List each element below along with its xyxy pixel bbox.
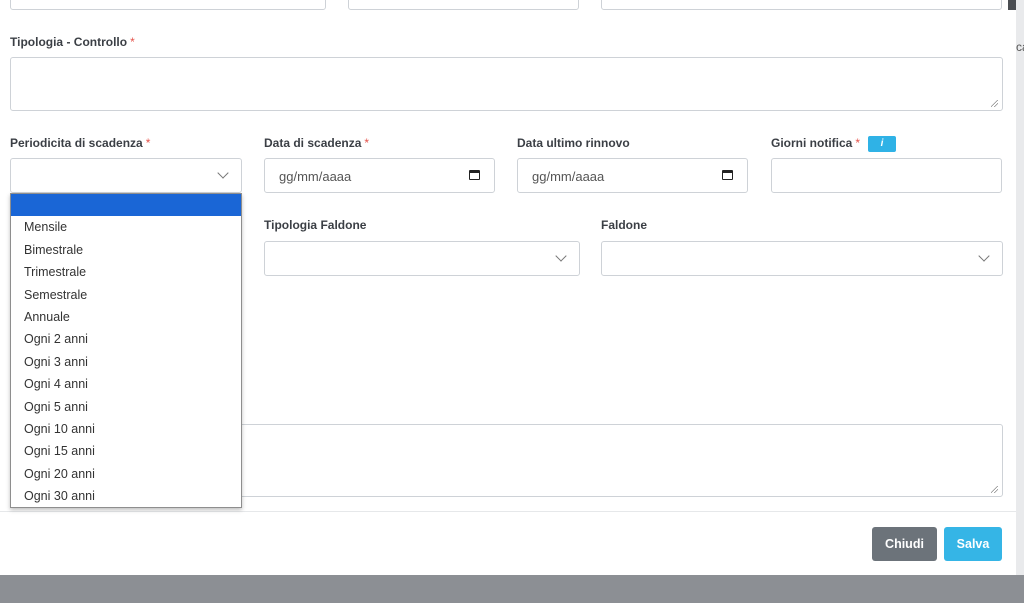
required-mark: *: [145, 136, 151, 150]
dropdown-option[interactable]: Ogni 10 anni: [11, 418, 241, 440]
date-placeholder: gg/mm/aaaa: [532, 169, 605, 184]
dropdown-option[interactable]: Ogni 3 anni: [11, 351, 241, 373]
chevron-down-icon: [217, 167, 229, 179]
info-icon[interactable]: i: [868, 136, 897, 152]
required-mark: *: [364, 136, 370, 150]
chevron-down-icon: [555, 250, 567, 262]
resize-handle-icon[interactable]: [991, 100, 998, 107]
dropdown-option[interactable]: Annuale: [11, 306, 241, 328]
dropdown-option[interactable]: Bimestrale: [11, 239, 241, 261]
salva-button[interactable]: Salva: [944, 527, 1002, 561]
dropdown-option[interactable]: Ogni 30 anni: [11, 485, 241, 507]
tipologia-controllo-label: Tipologia - Controllo *: [10, 35, 135, 49]
modal-dialog: Tipologia - Controllo * Periodicita di sc…: [0, 0, 1016, 575]
top-field-2[interactable]: [348, 0, 579, 10]
data-ultimo-rinnovo-label: Data ultimo rinnovo: [517, 136, 630, 150]
tipologia-faldone-select[interactable]: [264, 241, 580, 276]
backdrop-text: ca: [1016, 40, 1024, 54]
scrollbar-thumb[interactable]: [1008, 0, 1016, 10]
dropdown-option[interactable]: Semestrale: [11, 284, 241, 306]
dropdown-option[interactable]: [11, 194, 241, 217]
footer-divider: [0, 511, 1016, 512]
resize-handle-icon[interactable]: [991, 486, 998, 493]
dropdown-option[interactable]: Trimestrale: [11, 261, 241, 283]
data-scadenza-label: Data di scadenza *: [264, 136, 370, 150]
giorni-notifica-label: Giorni notifica * i: [771, 136, 897, 152]
dropdown-option[interactable]: Ogni 5 anni: [11, 396, 241, 418]
data-ultimo-rinnovo-input[interactable]: gg/mm/aaaa: [517, 158, 748, 193]
chiudi-button[interactable]: Chiudi: [872, 527, 937, 561]
giorni-notifica-input[interactable]: [771, 158, 1002, 193]
date-placeholder: gg/mm/aaaa: [279, 169, 352, 184]
top-field-1[interactable]: [10, 0, 326, 10]
calendar-icon[interactable]: [469, 170, 480, 180]
dropdown-option[interactable]: Ogni 20 anni: [11, 463, 241, 485]
tipologia-faldone-label: Tipologia Faldone: [264, 218, 367, 232]
dropdown-option[interactable]: Ogni 15 anni: [11, 440, 241, 462]
dropdown-option[interactable]: Ogni 4 anni: [11, 373, 241, 395]
data-scadenza-input[interactable]: gg/mm/aaaa: [264, 158, 495, 193]
top-field-3[interactable]: [601, 0, 1002, 10]
tipologia-controllo-textarea[interactable]: [10, 57, 1003, 111]
periodicita-label: Periodicita di scadenza *: [10, 136, 151, 150]
required-mark: *: [130, 35, 135, 49]
faldone-select[interactable]: [601, 241, 1003, 276]
calendar-icon[interactable]: [722, 170, 733, 180]
required-mark: *: [855, 136, 861, 151]
periodicita-select[interactable]: [10, 158, 242, 193]
backdrop-page-edge: [1016, 0, 1024, 575]
dropdown-option[interactable]: Mensile: [11, 216, 241, 238]
chevron-down-icon: [978, 250, 990, 262]
periodicita-dropdown-list: Mensile Bimestrale Trimestrale Semestral…: [10, 193, 242, 508]
faldone-label: Faldone: [601, 218, 648, 232]
dropdown-option[interactable]: Ogni 2 anni: [11, 328, 241, 350]
